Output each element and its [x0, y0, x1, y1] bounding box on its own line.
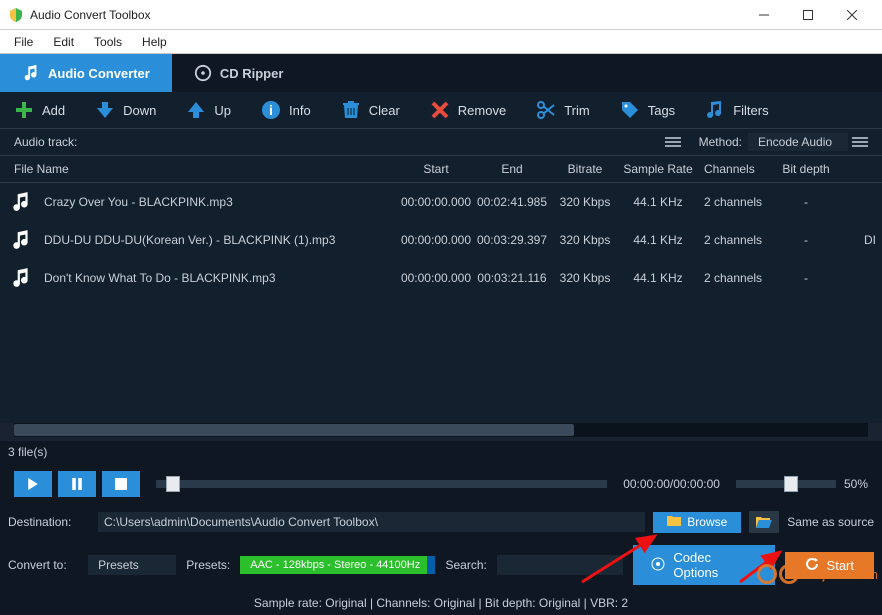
minimize-button[interactable]	[742, 1, 786, 29]
menu-tools[interactable]: Tools	[86, 33, 130, 51]
cd-icon	[194, 64, 212, 82]
col-filename[interactable]: File Name	[10, 162, 400, 176]
destination-path[interactable]: C:\Users\admin\Documents\Audio Convert T…	[98, 512, 645, 532]
codec-options-button[interactable]: Codec Options	[633, 545, 774, 585]
title-bar: Audio Convert Toolbox	[0, 0, 882, 30]
close-button[interactable]	[830, 1, 874, 29]
watermark: danji100.com	[757, 564, 878, 584]
method-dropdown[interactable]: Encode Audio	[748, 133, 848, 151]
maximize-button[interactable]	[786, 1, 830, 29]
arrow-up-icon	[186, 100, 206, 120]
col-bitrate[interactable]: Bitrate	[552, 162, 618, 176]
main-tabs: Audio Converter CD Ripper	[0, 54, 882, 92]
window-title: Audio Convert Toolbox	[30, 8, 742, 22]
plus-icon	[14, 100, 34, 120]
tags-button[interactable]: Tags	[620, 100, 675, 120]
tab-label: CD Ripper	[220, 66, 284, 81]
open-folder-button[interactable]	[749, 511, 779, 533]
stop-button[interactable]	[102, 471, 140, 497]
table-body: Crazy Over You - BLACKPINK.mp3 00:00:00.…	[0, 183, 882, 423]
table-row[interactable]: DDU-DU DDU-DU(Korean Ver.) - BLACKPINK (…	[0, 221, 882, 259]
pause-button[interactable]	[58, 471, 96, 497]
col-end[interactable]: End	[472, 162, 552, 176]
col-bitdepth[interactable]: Bit depth	[774, 162, 838, 176]
scissors-icon	[536, 100, 556, 120]
horizontal-scrollbar[interactable]	[14, 423, 868, 437]
trim-button[interactable]: Trim	[536, 100, 590, 120]
x-icon	[430, 100, 450, 120]
player-time: 00:00:00/00:00:00	[623, 477, 720, 491]
info-icon: i	[261, 100, 281, 120]
tab-cd-ripper[interactable]: CD Ripper	[172, 54, 306, 92]
convert-to-label: Convert to:	[8, 558, 78, 572]
file-table: File Name Start End Bitrate Sample Rate …	[0, 156, 882, 423]
tab-label: Audio Converter	[48, 66, 150, 81]
table-row[interactable]: Don't Know What To Do - BLACKPINK.mp3 00…	[0, 259, 882, 297]
preset-value[interactable]: AAC - 128kbps - Stereo - 44100Hz	[240, 556, 435, 574]
menu-bar: File Edit Tools Help	[0, 30, 882, 54]
volume-percent: 50%	[844, 477, 868, 491]
app-icon	[8, 7, 24, 23]
scrollbar-thumb[interactable]	[14, 424, 574, 436]
menu-help[interactable]: Help	[134, 33, 175, 51]
music-note-icon	[22, 64, 40, 82]
menu-file[interactable]: File	[6, 33, 41, 51]
col-samplerate[interactable]: Sample Rate	[618, 162, 698, 176]
menu-edit[interactable]: Edit	[45, 33, 82, 51]
arrow-down-icon	[95, 100, 115, 120]
table-row[interactable]: Crazy Over You - BLACKPINK.mp3 00:00:00.…	[0, 183, 882, 221]
status-bar: Sample rate: Original | Channels: Origin…	[0, 591, 882, 615]
music-note-icon	[10, 191, 32, 213]
add-button[interactable]: Add	[14, 100, 65, 120]
up-button[interactable]: Up	[186, 100, 231, 120]
filters-button[interactable]: Filters	[705, 100, 768, 120]
seek-slider[interactable]	[156, 480, 607, 488]
destination-row: Destination: C:\Users\admin\Documents\Au…	[0, 505, 882, 539]
player-controls: 00:00:00/00:00:00 50%	[0, 463, 882, 505]
list-icon[interactable]	[665, 134, 681, 150]
volume-control: 50%	[736, 477, 868, 491]
table-header: File Name Start End Bitrate Sample Rate …	[0, 156, 882, 183]
clear-button[interactable]: Clear	[341, 100, 400, 120]
remove-button[interactable]: Remove	[430, 100, 506, 120]
search-label: Search:	[445, 558, 486, 572]
seek-knob[interactable]	[166, 476, 180, 492]
down-button[interactable]: Down	[95, 100, 156, 120]
info-button[interactable]: iInfo	[261, 100, 311, 120]
presets-label: Presets:	[186, 558, 230, 572]
file-count: 3 file(s)	[0, 441, 882, 463]
convert-row: Convert to: Presets Presets: AAC - 128kb…	[0, 539, 882, 591]
tag-icon	[620, 100, 640, 120]
method-label: Method:	[699, 135, 742, 149]
filter-icon	[705, 100, 725, 120]
music-note-icon	[10, 267, 32, 289]
col-channels[interactable]: Channels	[698, 162, 774, 176]
list-icon[interactable]	[852, 134, 868, 150]
audio-track-label: Audio track:	[14, 135, 77, 149]
folder-icon	[667, 515, 681, 530]
tab-audio-converter[interactable]: Audio Converter	[0, 54, 172, 92]
play-button[interactable]	[14, 471, 52, 497]
col-start[interactable]: Start	[400, 162, 472, 176]
destination-label: Destination:	[8, 515, 90, 529]
gear-icon	[651, 557, 665, 574]
audio-track-row: Audio track: Method: Encode Audio	[0, 128, 882, 156]
audio-track-field[interactable]	[83, 133, 664, 151]
presets-dropdown[interactable]: Presets	[88, 555, 176, 575]
search-input[interactable]	[497, 555, 624, 575]
volume-knob[interactable]	[784, 476, 798, 492]
volume-slider[interactable]	[736, 480, 836, 488]
svg-text:i: i	[269, 102, 273, 118]
music-note-icon	[10, 229, 32, 251]
trash-icon	[341, 100, 361, 120]
browse-button[interactable]: Browse	[653, 512, 741, 533]
toolbar: Add Down Up iInfo Clear Remove Trim Tags…	[0, 92, 882, 128]
same-as-source-label[interactable]: Same as source	[787, 515, 874, 529]
